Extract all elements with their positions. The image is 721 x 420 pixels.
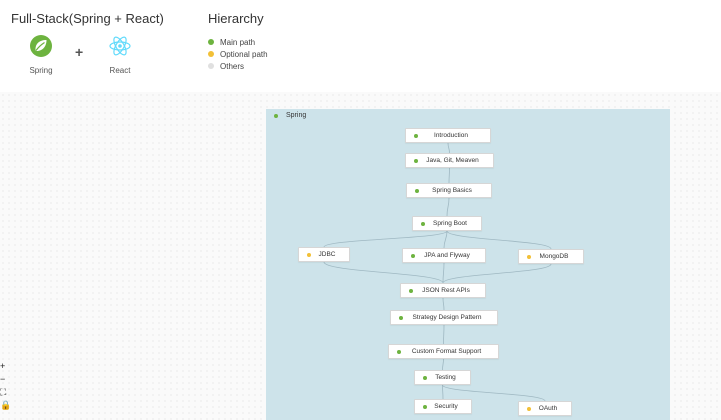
edge-mongodb-to-json-rest-apis <box>442 263 552 284</box>
spring-logo: Spring <box>19 34 63 75</box>
edge-spring-basics-to-spring-boot <box>446 197 450 217</box>
main-path-dot-icon <box>208 39 214 45</box>
zoom-controls: + − ⛶ 🔒 <box>0 360 11 412</box>
edge-spring-boot-to-jpa-and-flyway <box>443 230 448 249</box>
node-label: Spring Basics <box>432 187 472 194</box>
legend-label: Main path <box>220 37 256 47</box>
edge-jdbc-to-json-rest-apis <box>323 261 444 284</box>
edge-custom-format-support-to-testing <box>442 358 444 371</box>
plus-sign: + <box>75 44 84 60</box>
node-label: JDBC <box>318 251 336 258</box>
edge-spring-boot-to-jdbc <box>323 230 448 248</box>
edge-jpa-and-flyway-to-json-rest-apis <box>442 262 445 284</box>
spring-group[interactable]: Spring Introduction Java, Git, Meaven Sp… <box>266 109 670 420</box>
edge-json-rest-apis-to-strategy-design-pattern <box>442 297 445 311</box>
node-security[interactable]: Security <box>414 399 472 414</box>
node-label: Strategy Design Pattern <box>412 314 482 321</box>
node-testing[interactable]: Testing <box>414 370 471 385</box>
node-custom-format-support[interactable]: Custom Format Support <box>388 344 499 359</box>
page: Full-Stack(Spring + React) Spring + Reac… <box>0 0 721 420</box>
node-label: Introduction <box>434 132 468 139</box>
spring-logo-label: Spring <box>29 66 53 75</box>
node-label: Custom Format Support <box>411 348 482 355</box>
spring-leaf-icon <box>30 35 52 57</box>
roadmap-canvas[interactable]: Spring Introduction Java, Git, Meaven Sp… <box>0 92 721 420</box>
node-java-git-meaven[interactable]: Java, Git, Meaven <box>405 153 494 168</box>
node-jpa-and-flyway[interactable]: JPA and Flyway <box>402 248 486 263</box>
node-introduction[interactable]: Introduction <box>405 128 491 143</box>
node-json-rest-apis[interactable]: JSON Rest APIs <box>400 283 486 298</box>
node-label: Spring Boot <box>433 220 467 227</box>
zoom-in-icon[interactable]: + <box>0 360 8 373</box>
react-logo-label: React <box>109 66 131 75</box>
legend-others: Others <box>208 60 268 72</box>
legend-label: Optional path <box>220 49 268 59</box>
node-label: Security <box>434 403 458 410</box>
hierarchy-legend: Main path Optional path Others <box>208 36 268 72</box>
zoom-out-icon[interactable]: − <box>0 373 8 386</box>
node-jdbc[interactable]: JDBC <box>298 247 350 262</box>
edge-java-git-meaven-to-spring-basics <box>448 167 450 184</box>
legend-main-path: Main path <box>208 36 268 48</box>
node-oauth[interactable]: OAuth <box>518 401 572 416</box>
node-label: Java, Git, Meaven <box>426 157 479 164</box>
node-label: JSON Rest APIs <box>422 287 470 294</box>
optional-path-dot-icon <box>208 51 214 57</box>
edge-introduction-to-java-git-meaven <box>447 142 450 154</box>
fit-view-icon[interactable]: ⛶ <box>0 386 8 399</box>
edge-testing-to-security <box>442 384 444 400</box>
edge-spring-boot-to-mongodb <box>446 230 552 250</box>
edge-strategy-design-pattern-to-custom-format-support <box>443 324 445 345</box>
lock-icon[interactable]: 🔒 <box>0 399 11 412</box>
legend-optional-path: Optional path <box>208 48 268 60</box>
node-spring-boot[interactable]: Spring Boot <box>412 216 482 231</box>
others-dot-icon <box>208 63 214 69</box>
node-label: JPA and Flyway <box>424 252 470 259</box>
node-label: MongoDB <box>539 253 569 260</box>
node-spring-basics[interactable]: Spring Basics <box>406 183 492 198</box>
react-atom-icon <box>109 36 131 56</box>
legend-label: Others <box>220 61 245 71</box>
node-mongodb[interactable]: MongoDB <box>518 249 584 264</box>
page-title: Full-Stack(Spring + React) <box>11 11 164 26</box>
hierarchy-title: Hierarchy <box>208 11 264 26</box>
react-logo: React <box>98 34 142 75</box>
node-label: OAuth <box>538 405 558 412</box>
node-strategy-design-pattern[interactable]: Strategy Design Pattern <box>390 310 498 325</box>
node-label: Testing <box>435 374 456 381</box>
